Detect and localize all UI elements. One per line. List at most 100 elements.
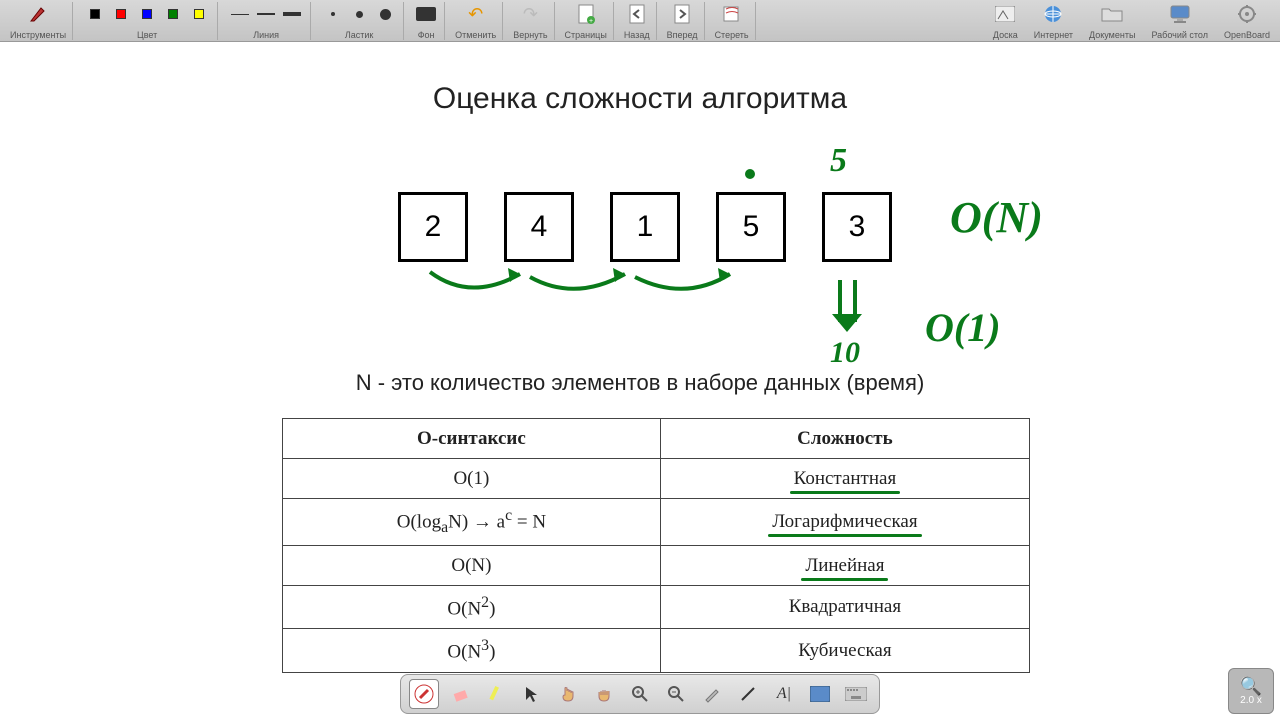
handwriting-on: O(N) <box>950 192 1043 243</box>
color-group: Цвет <box>77 2 218 40</box>
zoom-level: 2.0 x <box>1240 695 1262 706</box>
pen-tool[interactable] <box>409 679 439 709</box>
erase-button[interactable] <box>720 2 744 26</box>
array-box: 2 <box>398 192 468 262</box>
redo-label: Вернуть <box>513 30 547 40</box>
array-box: 1 <box>610 192 680 262</box>
color-swatch[interactable] <box>109 2 133 26</box>
handwriting-ten: 10 <box>830 336 860 370</box>
documents-group: Документы <box>1083 2 1141 40</box>
eraser-medium-button[interactable] <box>347 2 371 26</box>
complexity-cell: Логарифмическая <box>660 499 1029 546</box>
line-medium-button[interactable] <box>254 2 278 26</box>
line-thick-button[interactable] <box>280 2 304 26</box>
handwriting-o1: O(1) <box>925 304 1001 351</box>
desktop-label: Рабочий стол <box>1151 30 1208 40</box>
internet-group: Интернет <box>1028 2 1079 40</box>
undo-button[interactable]: ↶ <box>464 2 488 26</box>
color-swatch[interactable] <box>187 2 211 26</box>
erase-group: Стереть <box>709 2 756 40</box>
eraser-label: Ластик <box>345 30 374 40</box>
magnifier-icon: 🔍 <box>1240 677 1262 695</box>
text-tool[interactable]: A| <box>769 679 799 709</box>
forward-group: Вперед <box>661 2 705 40</box>
pointer-tool[interactable] <box>517 679 547 709</box>
documents-label: Документы <box>1089 30 1135 40</box>
syntax-cell: O(N3) <box>283 629 661 672</box>
desktop-group: Рабочий стол <box>1145 2 1214 40</box>
line-thin-button[interactable] <box>228 2 252 26</box>
add-page-button[interactable]: + <box>574 2 598 26</box>
line-label: Линия <box>253 30 279 40</box>
complexity-cell: Линейная <box>660 546 1029 586</box>
tool-dock: A| <box>400 674 880 714</box>
syntax-cell: O(N) <box>283 546 661 586</box>
forward-button[interactable] <box>670 2 694 26</box>
color-label: Цвет <box>137 30 157 40</box>
syntax-cell: O(logaN) → ac = N <box>283 499 661 546</box>
color-swatch[interactable] <box>83 2 107 26</box>
board-button[interactable] <box>993 2 1017 26</box>
undo-label: Отменить <box>455 30 496 40</box>
eraser-large-button[interactable] <box>373 2 397 26</box>
keyboard-tool[interactable] <box>841 679 871 709</box>
redo-group: ↷ Вернуть <box>507 2 554 40</box>
background-group: Фон <box>408 2 445 40</box>
array-box: 5 <box>716 192 786 262</box>
table-row: O(N2)Квадратичная <box>283 586 1030 629</box>
laser-tool[interactable] <box>697 679 727 709</box>
syntax-cell: O(N2) <box>283 586 661 629</box>
documents-button[interactable] <box>1100 2 1124 26</box>
eraser-small-button[interactable] <box>321 2 345 26</box>
table-header: О-синтаксис <box>283 419 661 459</box>
table-row: O(logaN) → ac = NЛогарифмическая <box>283 499 1030 546</box>
eraser-group: Ластик <box>315 2 404 40</box>
board-label: Доска <box>993 30 1018 40</box>
array-boxes: 24153 <box>398 192 892 262</box>
complexity-cell: Константная <box>660 459 1029 499</box>
array-box: 4 <box>504 192 574 262</box>
zoom-in-tool[interactable] <box>625 679 655 709</box>
interact-tool[interactable] <box>553 679 583 709</box>
color-swatch[interactable] <box>135 2 159 26</box>
array-box: 3 <box>822 192 892 262</box>
svg-text:+: + <box>589 18 593 24</box>
background-button[interactable] <box>414 2 438 26</box>
back-button[interactable] <box>625 2 649 26</box>
background-label: Фон <box>418 30 435 40</box>
redo-button[interactable]: ↷ <box>518 2 542 26</box>
eraser-tool[interactable] <box>445 679 475 709</box>
internet-button[interactable] <box>1041 2 1065 26</box>
capture-tool[interactable] <box>805 679 835 709</box>
pages-group: + Страницы <box>559 2 614 40</box>
top-toolbar: Инструменты Цвет Линия Ластик Фон ↶ Отме… <box>0 0 1280 42</box>
tools-label: Инструменты <box>10 30 66 40</box>
marker-tool[interactable] <box>481 679 511 709</box>
internet-label: Интернет <box>1034 30 1073 40</box>
openboard-group: OpenBoard <box>1218 2 1276 40</box>
forward-label: Вперед <box>667 30 698 40</box>
zoom-out-tool[interactable] <box>661 679 691 709</box>
desktop-button[interactable] <box>1168 2 1192 26</box>
complexity-cell: Квадратичная <box>660 586 1029 629</box>
erase-label: Стереть <box>715 30 749 40</box>
page-title: Оценка сложности алгоритма <box>0 82 1280 116</box>
back-label: Назад <box>624 30 650 40</box>
complexity-table: О-синтаксисСложность O(1)КонстантнаяO(lo… <box>282 418 1030 673</box>
subtitle: N - это количество элементов в наборе да… <box>0 370 1280 396</box>
zoom-indicator[interactable]: 🔍 2.0 x <box>1228 668 1274 714</box>
table-row: O(N3)Кубическая <box>283 629 1030 672</box>
openboard-button[interactable] <box>1235 2 1259 26</box>
table-row: O(N)Линейная <box>283 546 1030 586</box>
pages-label: Страницы <box>565 30 607 40</box>
color-swatch[interactable] <box>161 2 185 26</box>
table-header: Сложность <box>660 419 1029 459</box>
line-tool[interactable] <box>733 679 763 709</box>
back-group: Назад <box>618 2 657 40</box>
whiteboard-canvas[interactable]: Оценка сложности алгоритма 24153 N - это… <box>0 42 1280 720</box>
line-group: Линия <box>222 2 311 40</box>
stylus-icon[interactable] <box>26 2 50 26</box>
undo-group: ↶ Отменить <box>449 2 503 40</box>
openboard-label: OpenBoard <box>1224 30 1270 40</box>
grab-tool[interactable] <box>589 679 619 709</box>
